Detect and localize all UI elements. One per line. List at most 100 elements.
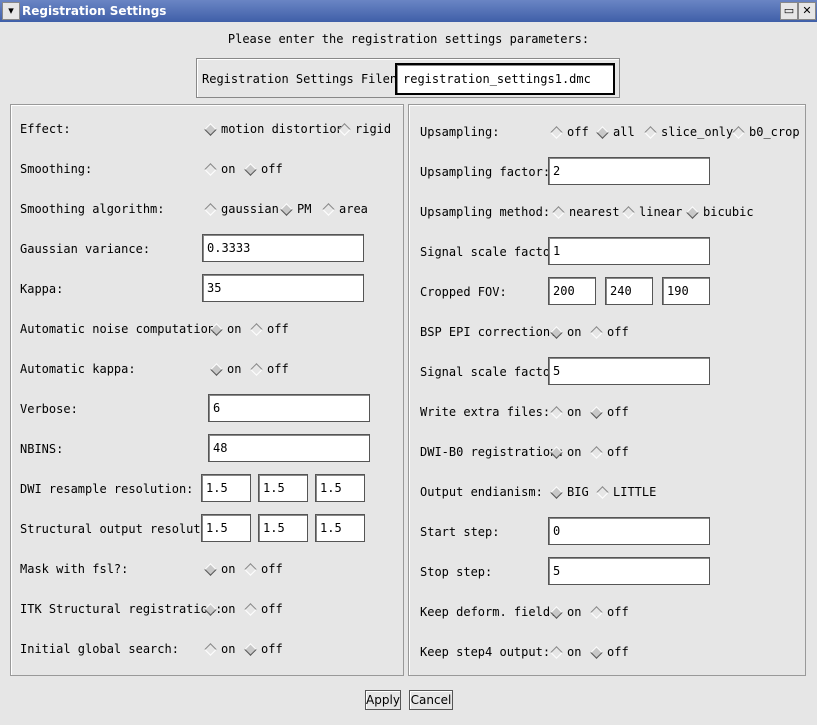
maximize-icon[interactable]: ▭: [780, 2, 798, 20]
window-menu-icon[interactable]: ▾: [2, 2, 20, 20]
registration-settings-window: ▾ Registration Settings ▭ ✕ Please enter…: [0, 0, 817, 725]
radio-label: on: [227, 322, 242, 336]
auto-noise-off-radio[interactable]: off: [250, 322, 289, 336]
radio-label: nearest: [569, 205, 620, 219]
radio-label: off: [607, 605, 629, 619]
keep-step4-on-radio[interactable]: on: [550, 645, 581, 659]
radio-icon: [244, 602, 257, 616]
effect-motion-distortion-radio[interactable]: motion distortion: [204, 122, 344, 136]
endianism-little-radio[interactable]: LITTLE: [596, 485, 656, 499]
input-value: 1.5: [206, 481, 228, 495]
radio-icon: [644, 125, 657, 139]
keep-deform-on-radio[interactable]: on: [550, 605, 581, 619]
input-value: 240: [610, 284, 632, 298]
smoothing-pm-radio[interactable]: PM: [280, 202, 311, 216]
radio-selected-icon: [244, 162, 257, 176]
upsampling-linear-radio[interactable]: linear: [622, 205, 683, 219]
structural-resolution-x-input[interactable]: 1.5: [201, 514, 251, 542]
upsampling-b0-crop-radio[interactable]: b0_crop: [732, 125, 800, 139]
gaussian-variance-input[interactable]: 0.3333: [202, 234, 364, 262]
write-extra-off-radio[interactable]: off: [590, 405, 629, 419]
initial-global-search-on-radio[interactable]: on: [204, 642, 236, 656]
radio-selected-icon: [550, 605, 563, 619]
gaussian-variance-label: Gaussian variance:: [20, 242, 151, 256]
dwi-b0-off-radio[interactable]: off: [590, 445, 629, 459]
smoothing-off-radio[interactable]: off: [244, 162, 283, 176]
keep-deform-off-radio[interactable]: off: [590, 605, 629, 619]
signal-scale-factor-input[interactable]: 1: [548, 237, 710, 265]
radio-selected-icon: [280, 202, 293, 216]
upsampling-all-radio[interactable]: all: [596, 125, 635, 139]
structural-resolution-y-input[interactable]: 1.5: [258, 514, 308, 542]
bsp-epi-on-radio[interactable]: on: [550, 325, 581, 339]
radio-label: on: [221, 642, 236, 656]
apply-button[interactable]: Apply: [365, 690, 401, 710]
radio-label: linear: [639, 205, 683, 219]
bsp-epi-off-radio[interactable]: off: [590, 325, 629, 339]
structural-resolution-z-input[interactable]: 1.5: [315, 514, 365, 542]
initial-global-search-label: Initial global search:: [20, 642, 179, 656]
dwi-resolution-x-input[interactable]: 1.5: [201, 474, 251, 502]
radio-label: off: [607, 645, 629, 659]
auto-kappa-off-radio[interactable]: off: [250, 362, 289, 376]
close-icon[interactable]: ✕: [798, 2, 816, 20]
kappa-input[interactable]: 35: [202, 274, 364, 302]
signal-scale-factor-2-input[interactable]: 5: [548, 357, 710, 385]
write-extra-on-radio[interactable]: on: [550, 405, 581, 419]
mask-fsl-on-radio[interactable]: on: [204, 562, 235, 576]
radio-icon: [204, 162, 217, 176]
upsampling-off-radio[interactable]: off: [550, 125, 589, 139]
cropped-fov-y-input[interactable]: 240: [605, 277, 653, 305]
structural-resolution-label: Structural output resolution:: [20, 522, 230, 536]
initial-global-search-off-radio[interactable]: off: [244, 642, 283, 656]
radio-icon: [204, 642, 217, 656]
upsampling-factor-input[interactable]: 2: [548, 157, 710, 185]
itk-structural-off-radio[interactable]: off: [244, 602, 283, 616]
input-value: 1.5: [263, 521, 285, 535]
cropped-fov-z-input[interactable]: 190: [662, 277, 710, 305]
smoothing-label: Smoothing:: [20, 162, 93, 176]
radio-label: off: [261, 562, 283, 576]
radio-selected-icon: [210, 362, 223, 376]
verbose-input[interactable]: 6: [208, 394, 370, 422]
start-step-input[interactable]: 0: [548, 517, 710, 545]
radio-label: area: [339, 202, 368, 216]
smoothing-gaussian-radio[interactable]: gaussian: [204, 202, 279, 216]
start-step-label: Start step:: [420, 525, 500, 539]
cropped-fov-x-input[interactable]: 200: [548, 277, 596, 305]
window-title: Registration Settings: [22, 4, 167, 18]
radio-selected-icon: [596, 125, 609, 139]
auto-noise-on-radio[interactable]: on: [210, 322, 242, 336]
radio-label: rigid: [355, 122, 392, 136]
keep-step4-off-radio[interactable]: off: [590, 645, 629, 659]
upsampling-bicubic-radio[interactable]: bicubic: [686, 205, 754, 219]
input-value: 1.5: [320, 521, 342, 535]
radio-label: off: [607, 325, 629, 339]
radio-label: on: [221, 162, 236, 176]
radio-selected-icon: [244, 642, 257, 656]
dwi-resolution-y-input[interactable]: 1.5: [258, 474, 308, 502]
filename-input[interactable]: registration_settings1.dmc: [395, 63, 615, 95]
radio-label: on: [567, 445, 582, 459]
nbins-input[interactable]: 48: [208, 434, 370, 462]
bsp-epi-label: BSP EPI correction:: [420, 325, 558, 339]
upsampling-label: Upsampling:: [420, 125, 500, 139]
smoothing-area-radio[interactable]: area: [322, 202, 368, 216]
auto-kappa-on-radio[interactable]: on: [210, 362, 242, 376]
upsampling-slice-only-radio[interactable]: slice_only: [644, 125, 733, 139]
itk-structural-on-radio[interactable]: on: [204, 602, 235, 616]
radio-label: on: [227, 362, 242, 376]
cancel-button[interactable]: Cancel: [409, 690, 453, 710]
mask-fsl-off-radio[interactable]: off: [244, 562, 283, 576]
stop-step-input[interactable]: 5: [548, 557, 710, 585]
endianism-big-radio[interactable]: BIG: [550, 485, 589, 499]
dwi-b0-on-radio[interactable]: on: [550, 445, 582, 459]
upsampling-nearest-radio[interactable]: nearest: [552, 205, 620, 219]
effect-rigid-radio[interactable]: rigid: [338, 122, 392, 136]
smoothing-on-radio[interactable]: on: [204, 162, 236, 176]
radio-selected-icon: [590, 645, 603, 659]
title-bar: ▾ Registration Settings ▭ ✕: [0, 0, 817, 22]
dwi-resolution-z-input[interactable]: 1.5: [315, 474, 365, 502]
input-value: 48: [213, 441, 228, 455]
right-panel: [408, 104, 806, 676]
